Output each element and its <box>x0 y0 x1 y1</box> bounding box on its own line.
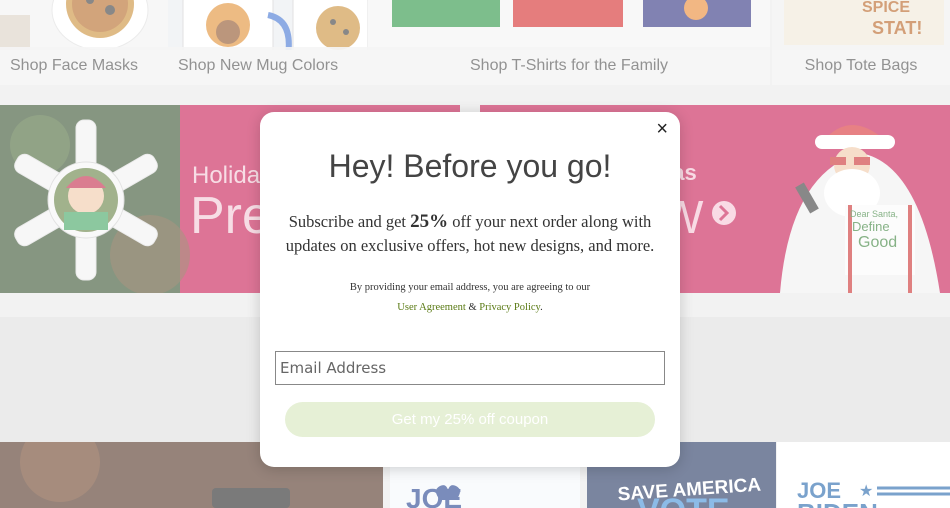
exit-intent-modal: × Hey! Before you go! Subscribe and get … <box>260 112 680 467</box>
period: . <box>540 302 543 313</box>
ampersand: & <box>465 302 480 313</box>
email-field[interactable] <box>275 351 665 385</box>
user-agreement-link[interactable]: User Agreement <box>397 302 466 313</box>
legal-notice: By providing your email address, you are… <box>349 282 591 293</box>
modal-title: Hey! Before you go! <box>328 148 612 184</box>
privacy-policy-link[interactable]: Privacy Policy <box>479 302 540 313</box>
modal-description: Subscribe and get 25% off your next orde… <box>270 210 670 258</box>
legal-links: User Agreement & Privacy Policy. <box>260 302 680 313</box>
description-text: Subscribe and get <box>288 212 411 231</box>
discount-value: 25% <box>410 211 449 232</box>
get-coupon-button[interactable]: Get my 25% off coupon <box>285 402 655 437</box>
close-icon[interactable]: × <box>656 118 668 140</box>
